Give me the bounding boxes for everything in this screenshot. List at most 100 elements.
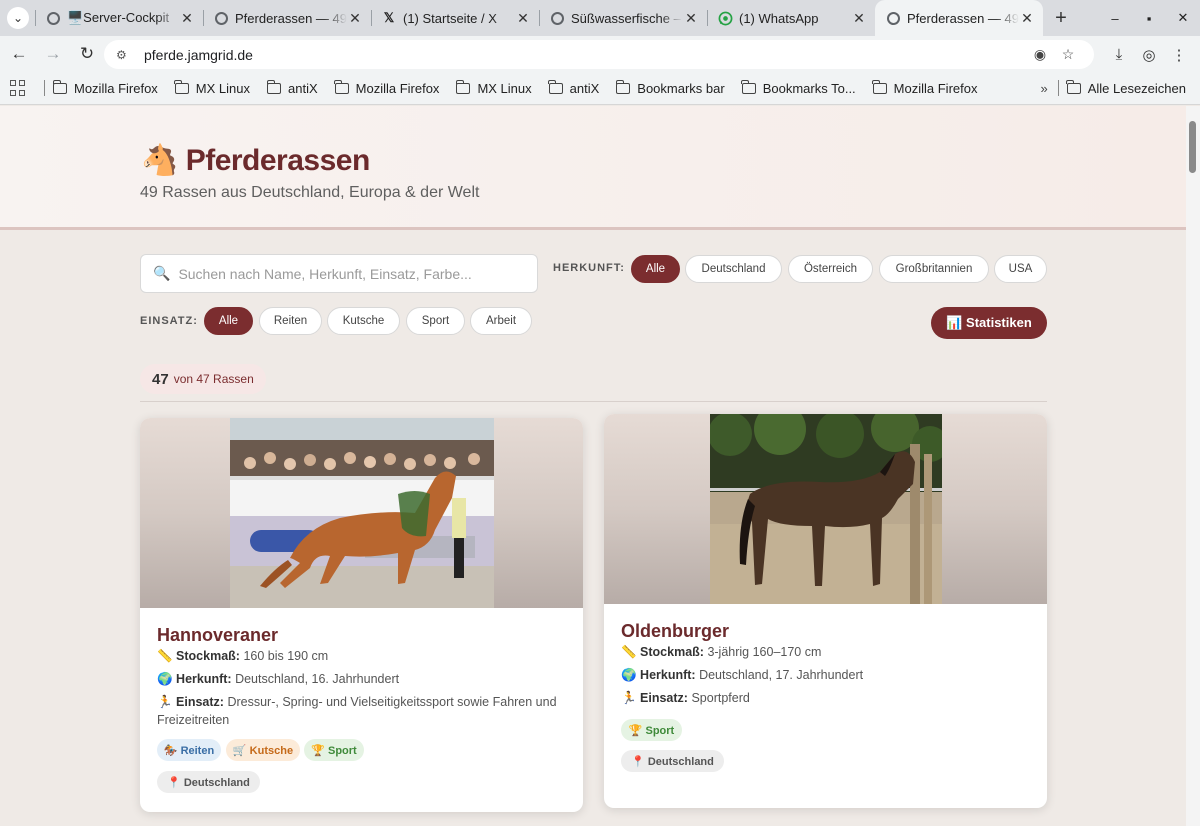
origin-filter-grossbritannien[interactable]: Großbritannien (879, 255, 989, 283)
folder-icon (615, 79, 631, 94)
bookmark-folder[interactable]: antiX (548, 79, 599, 96)
scrollbar-thumb[interactable] (1189, 121, 1196, 173)
bookmark-label: Mozilla Firefox (355, 80, 440, 96)
folder-icon (872, 79, 887, 94)
bookmark-folder[interactable]: MX Linux (174, 79, 250, 96)
origin-label: 🌍 Herkunft: (157, 672, 232, 686)
use-filter-kutsche[interactable]: Kutsche (327, 307, 400, 335)
use-filter-sport[interactable]: Sport (406, 307, 465, 335)
tab-separator (707, 10, 708, 26)
height-label: 📏 Stockmaß: (621, 645, 704, 659)
folder-icon (1066, 79, 1081, 94)
forward-button[interactable]: → (38, 39, 68, 69)
breed-image-area (604, 414, 1047, 604)
profile-icon[interactable]: ◎ (1134, 40, 1164, 69)
folder-icon (548, 79, 563, 94)
tab-title: Pferderassen — 49 (235, 10, 347, 26)
chevron-down-icon: ⌄ (12, 11, 24, 25)
use-filter-reiten[interactable]: Reiten (259, 307, 322, 335)
tab-separator (203, 10, 204, 26)
tab-pferderassen-active[interactable]: Pferderassen — 49 ✕ (875, 0, 1043, 36)
tab-title: Süßwasserfische – (571, 10, 681, 26)
breed-image-area (140, 418, 583, 608)
new-tab-button[interactable]: + (1047, 4, 1075, 32)
tab-server-cockpit[interactable]: 🖥️Server-Cockpit ✕ (35, 0, 203, 36)
page-scrollbar[interactable] (1186, 106, 1200, 826)
search-icon: 🔍 (153, 265, 171, 281)
bookmark-label: MX Linux (477, 80, 532, 96)
statistics-button[interactable]: 📊 Statistiken (931, 307, 1047, 339)
tab-search-button[interactable]: ⌄ (7, 7, 29, 29)
whatsapp-icon (717, 10, 733, 26)
bookmark-label: antiX (288, 80, 318, 96)
search-input[interactable] (178, 265, 537, 282)
close-icon[interactable]: ✕ (1019, 10, 1035, 27)
globe-icon (213, 10, 229, 26)
tab-suesswasserfische[interactable]: Süßwasserfische – ✕ (539, 0, 707, 36)
reload-button[interactable]: ↻ (72, 39, 102, 69)
breed-name[interactable]: Hannoveraner (157, 625, 278, 646)
height-value: 3-jährig 160–170 cm (707, 645, 822, 659)
origin-filter-oesterreich[interactable]: Österreich (788, 255, 873, 283)
globe-icon (549, 10, 565, 26)
bookmark-folder[interactable]: Bookmarks bar (615, 79, 725, 96)
origin-filter-deutschland[interactable]: Deutschland (685, 255, 782, 283)
bookmark-folder[interactable]: Mozilla Firefox (52, 79, 158, 96)
close-icon[interactable]: ✕ (347, 10, 363, 27)
bookmark-folder[interactable]: Mozilla Firefox (872, 79, 978, 96)
breed-name[interactable]: Oldenburger (621, 621, 729, 642)
bookmark-folder[interactable]: antiX (266, 79, 318, 96)
bookmarks-overflow-button[interactable]: » (1040, 81, 1047, 96)
plus-icon: + (1055, 6, 1067, 29)
maximize-icon[interactable]: ▪ (1132, 11, 1166, 26)
apps-grid-icon[interactable] (10, 80, 26, 96)
close-icon[interactable]: ✕ (683, 10, 699, 27)
use-label: 🏃 Einsatz: (157, 695, 224, 709)
bookmark-label: Alle Lesezeichen (1087, 80, 1186, 96)
close-icon[interactable]: ✕ (515, 10, 531, 27)
address-bar[interactable]: ⚙ pferde.jamgrid.de ◉ ☆ (104, 40, 1094, 69)
bookmark-label: Mozilla Firefox (893, 80, 978, 96)
star-icon[interactable]: ☆ (1054, 46, 1082, 63)
tab-pferderassen[interactable]: Pferderassen — 49 ✕ (203, 0, 371, 36)
breed-card[interactable]: Oldenburger 📏 Stockmaß: 3-jährig 160–170… (604, 414, 1047, 808)
close-icon[interactable]: ✕ (179, 10, 195, 27)
bookmark-folder[interactable]: Mozilla Firefox (334, 79, 440, 96)
menu-icon[interactable]: ⋮ (1164, 40, 1194, 69)
download-icon[interactable]: ⤓ (1104, 40, 1134, 69)
origin-value: Deutschland, 16. Jahrhundert (235, 672, 400, 686)
use-filter-alle[interactable]: Alle (204, 307, 253, 335)
all-bookmarks-button[interactable]: Alle Lesezeichen (1066, 79, 1186, 96)
site-info-icon[interactable]: ⚙ (116, 48, 134, 62)
breed-use-row: 🏃 Einsatz: Sportpferd (621, 689, 1031, 707)
close-icon[interactable]: ✕ (851, 10, 867, 27)
origin-value: Deutschland, 17. Jahrhundert (699, 668, 864, 682)
breed-use-row: 🏃 Einsatz: Dressur-, Spring- und Vielsei… (157, 693, 569, 729)
tab-title: (1) Startseite / X (403, 10, 497, 26)
tab-whatsapp[interactable]: (1) WhatsApp ✕ (707, 0, 875, 36)
back-button[interactable]: ← (4, 39, 34, 69)
minimize-icon[interactable]: – (1098, 11, 1132, 26)
use-value: Sportpferd (691, 691, 750, 705)
use-filter-arbeit[interactable]: Arbeit (470, 307, 532, 335)
bookmark-folder[interactable]: Bookmarks To... (741, 79, 856, 96)
breed-height-row: 📏 Stockmaß: 160 bis 190 cm (157, 647, 567, 665)
height-value: 160 bis 190 cm (243, 649, 329, 663)
folder-icon (266, 79, 281, 94)
tab-title: (1) WhatsApp (739, 10, 819, 26)
origin-filter-usa[interactable]: USA (994, 255, 1047, 283)
globe-icon (885, 10, 901, 26)
height-label: 📏 Stockmaß: (157, 649, 240, 663)
search-field[interactable]: 🔍 (140, 254, 538, 293)
page-title: 🐴 Pferderassen (141, 144, 370, 177)
tab-x-startseite[interactable]: 𝕏 (1) Startseite / X ✕ (371, 0, 539, 36)
breed-height-row: 📏 Stockmaß: 3-jährig 160–170 cm (621, 643, 1031, 661)
breed-card[interactable]: Hannoveraner 📏 Stockmaß: 160 bis 190 cm … (140, 418, 583, 812)
tag-country: 📍 Deutschland (621, 750, 724, 772)
tag-reiten: 🏇 Reiten (157, 739, 221, 761)
url-text[interactable]: pferde.jamgrid.de (144, 47, 1026, 63)
close-window-icon[interactable]: ✕ (1166, 10, 1200, 26)
origin-filter-alle[interactable]: Alle (631, 255, 680, 283)
eye-off-icon[interactable]: ◉ (1026, 46, 1054, 63)
bookmark-folder[interactable]: MX Linux (455, 79, 532, 96)
